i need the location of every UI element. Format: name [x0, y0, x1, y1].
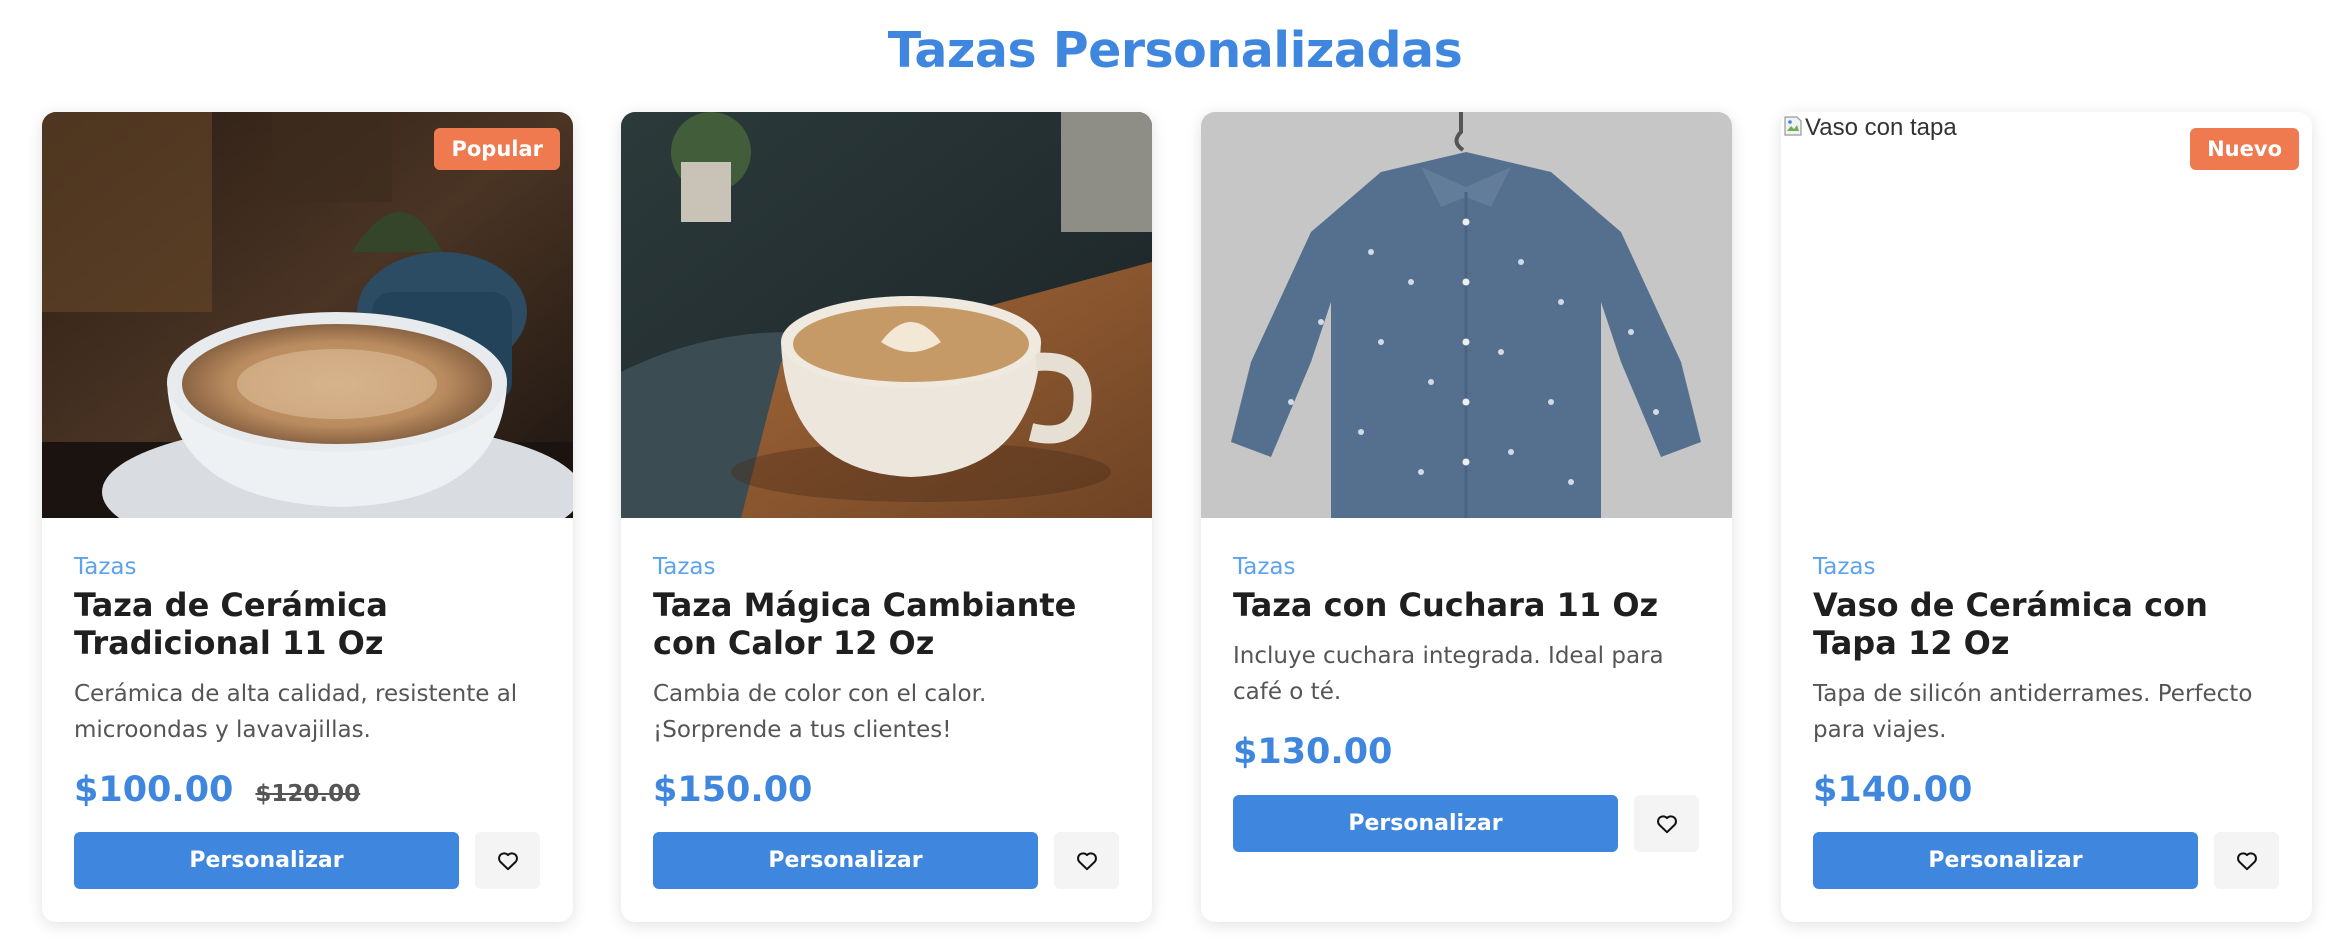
product-price: $100.00	[74, 770, 234, 810]
new-badge: Nuevo	[2190, 128, 2299, 170]
broken-image-icon	[1784, 116, 1802, 136]
popular-badge: Popular	[434, 128, 560, 170]
shirt-photo	[1201, 112, 1732, 518]
personalize-button[interactable]: Personalizar	[653, 832, 1038, 889]
product-price: $150.00	[653, 770, 813, 810]
product-description: Cambia de color con el calor. ¡Sorprende…	[653, 681, 987, 743]
image-alt-text: Vaso con tapa	[1805, 114, 1957, 141]
heart-icon	[497, 851, 518, 870]
product-title[interactable]: Taza con Cuchara 11 Oz	[1233, 586, 1700, 624]
favorite-button[interactable]	[2214, 832, 2279, 889]
product-title[interactable]: Taza de Cerámica Tradicional 11 Oz	[74, 586, 541, 662]
product-price: $130.00	[1233, 732, 1393, 772]
heart-icon	[1076, 851, 1097, 870]
product-description: Cerámica de alta calidad, resistente al …	[74, 681, 518, 743]
product-card: Popular Tazas Taza de Cerámica Tradicion…	[42, 112, 573, 922]
product-title[interactable]: Vaso de Cerámica con Tapa 12 Oz	[1813, 586, 2280, 662]
favorite-button[interactable]	[1054, 832, 1119, 889]
product-image[interactable]: Vaso con tapa Nuevo	[1781, 112, 2312, 518]
product-image[interactable]: Popular	[42, 112, 573, 518]
product-image[interactable]	[1201, 112, 1732, 518]
personalize-button[interactable]: Personalizar	[1233, 795, 1618, 852]
product-card: Tazas Taza con Cuchara 11 Oz Incluye cuc…	[1201, 112, 1732, 922]
product-category: Tazas	[1813, 554, 1876, 580]
product-card: Tazas Taza Mágica Cambiante con Calor 12…	[621, 112, 1152, 922]
product-image[interactable]	[621, 112, 1152, 518]
page-title: Tazas Personalizadas	[887, 22, 1463, 79]
product-category: Tazas	[1233, 554, 1296, 580]
product-description: Tapa de silicón antiderrames. Perfecto p…	[1813, 681, 2253, 743]
heart-icon	[1656, 814, 1677, 833]
product-price: $140.00	[1813, 770, 1973, 810]
personalize-button[interactable]: Personalizar	[74, 832, 459, 889]
product-title[interactable]: Taza Mágica Cambiante con Calor 12 Oz	[653, 586, 1120, 662]
original-price: $120.00	[255, 781, 361, 807]
product-category: Tazas	[653, 554, 716, 580]
coffee-cup-photo	[42, 112, 573, 518]
personalize-button[interactable]: Personalizar	[1813, 832, 2198, 889]
product-category: Tazas	[74, 554, 137, 580]
favorite-button[interactable]	[475, 832, 540, 889]
product-card: Vaso con tapa Nuevo Tazas Vaso de Cerámi…	[1781, 112, 2312, 922]
broken-image: Vaso con tapa	[1781, 112, 2312, 518]
latte-cup-photo	[621, 112, 1152, 518]
heart-icon	[2236, 851, 2257, 870]
product-description: Incluye cuchara integrada. Ideal para ca…	[1233, 643, 1664, 705]
favorite-button[interactable]	[1634, 795, 1699, 852]
